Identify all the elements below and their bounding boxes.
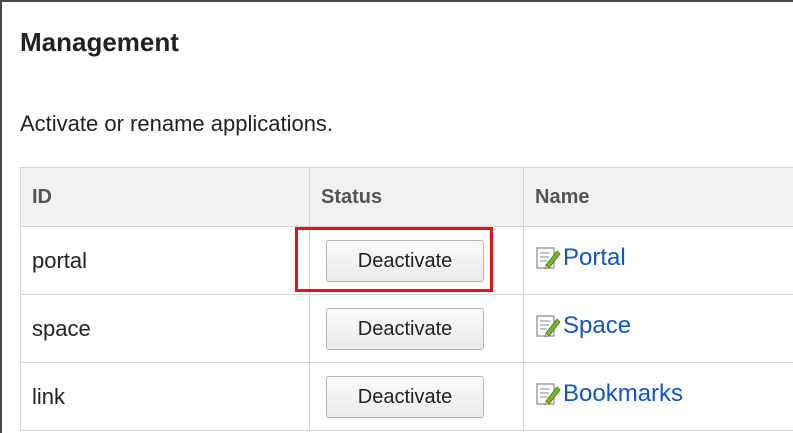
column-header-status: Status [309, 167, 524, 227]
edit-pencil-icon [536, 247, 561, 270]
app-id-cell: link [20, 362, 310, 431]
table-row: link Deactivate Bookmarks [20, 362, 793, 431]
name-cell: Space [523, 294, 793, 363]
column-header-id: ID [20, 167, 310, 227]
name-cell: Bookmarks [523, 362, 793, 431]
table-header-row: ID Status Name [20, 167, 793, 227]
column-header-name: Name [523, 167, 793, 227]
app-name-link[interactable]: Bookmarks [535, 380, 683, 408]
app-name-link[interactable]: Portal [535, 244, 626, 272]
deactivate-button[interactable]: Deactivate [326, 307, 484, 350]
management-panel: Management Activate or rename applicatio… [0, 0, 793, 433]
app-id-cell: portal [20, 226, 310, 295]
applications-table: ID Status Name portal Deactivate Portal … [20, 167, 793, 431]
app-name-text: Portal [563, 244, 626, 271]
table-row: portal Deactivate Portal [20, 226, 793, 295]
status-cell: Deactivate [309, 362, 524, 431]
app-name-text: Bookmarks [563, 380, 684, 407]
table-row: space Deactivate Space [20, 294, 793, 363]
app-id-cell: space [20, 294, 310, 363]
status-cell: Deactivate [309, 294, 524, 363]
app-name-link[interactable]: Space [535, 312, 631, 340]
status-cell: Deactivate [309, 226, 524, 295]
name-cell: Portal [523, 226, 793, 295]
page-title: Management [20, 27, 179, 57]
deactivate-button[interactable]: Deactivate [326, 375, 484, 418]
deactivate-button[interactable]: Deactivate [326, 239, 484, 282]
edit-pencil-icon [536, 383, 561, 406]
page-description: Activate or rename applications. [20, 111, 334, 136]
edit-pencil-icon [536, 315, 561, 338]
app-name-text: Space [563, 312, 632, 339]
